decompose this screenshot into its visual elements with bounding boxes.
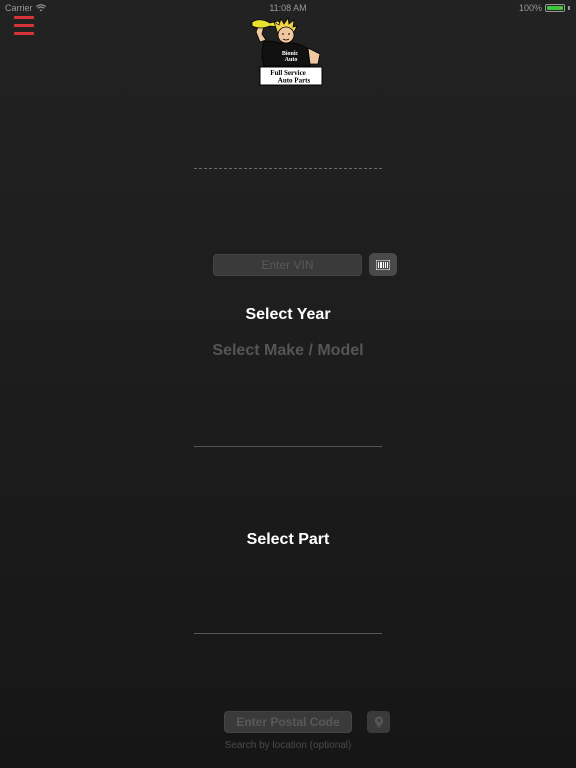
divider-bottom xyxy=(194,633,382,634)
battery-icon xyxy=(545,4,565,12)
select-part-button[interactable]: Select Part xyxy=(0,531,576,549)
divider-top xyxy=(194,168,382,169)
location-hint: Search by location (optional) xyxy=(224,740,352,751)
vin-input[interactable] xyxy=(213,254,362,276)
bionic-auto-logo: Bionic Auto Full Service Auto Parts xyxy=(251,18,323,86)
postal-code-input[interactable] xyxy=(224,711,352,733)
status-time: 11:08 AM xyxy=(269,3,307,13)
battery-indicator: 100% xyxy=(519,3,570,13)
scan-vin-button[interactable] xyxy=(369,253,397,276)
logo-text-auto: Auto xyxy=(285,57,298,63)
hamburger-menu-icon[interactable] xyxy=(14,16,34,36)
location-pin-icon xyxy=(374,716,383,728)
select-make-model-button[interactable]: Select Make / Model xyxy=(0,342,576,360)
battery-fill xyxy=(547,6,563,10)
select-year-button[interactable]: Select Year xyxy=(0,306,576,324)
logo-text-auto-parts: Auto Parts xyxy=(278,77,311,85)
barcode-icon xyxy=(376,259,390,270)
divider-middle xyxy=(194,446,382,447)
battery-cap xyxy=(568,6,570,10)
status-bar: Carrier 11:08 AM 100% xyxy=(0,0,576,16)
use-location-button[interactable] xyxy=(367,711,390,733)
battery-percent: 100% xyxy=(518,3,542,13)
